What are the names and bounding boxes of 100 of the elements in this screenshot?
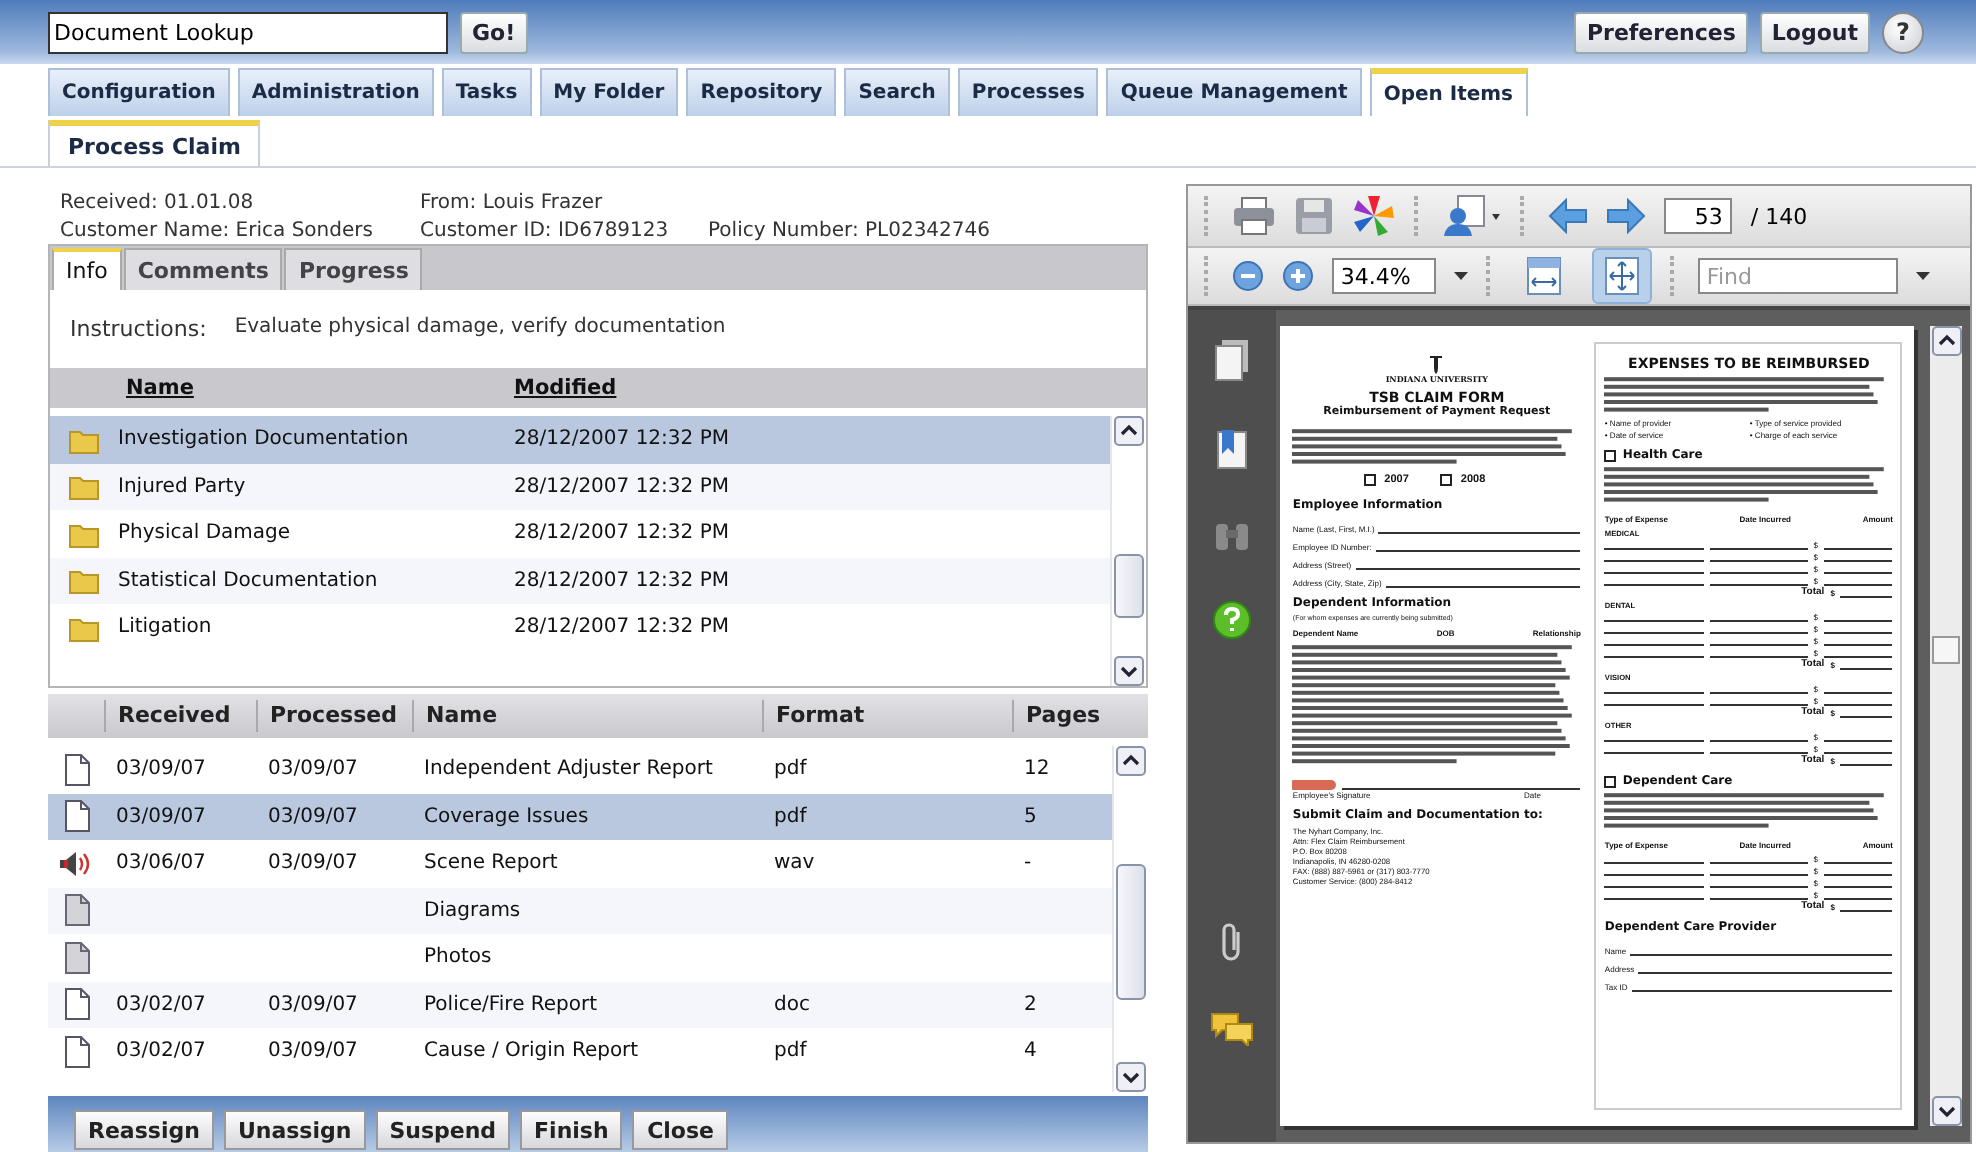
help-icon[interactable] [1212, 600, 1253, 640]
user-document-icon[interactable] [1442, 194, 1503, 238]
processed-date: 03/09/07 [266, 805, 360, 828]
nav-tab[interactable]: Search [844, 68, 950, 116]
scrollbar-thumb[interactable] [1932, 636, 1960, 664]
speaker-icon [58, 849, 94, 878]
help-button[interactable]: ? [1882, 11, 1924, 53]
zoom-field[interactable]: 34.4% [1332, 258, 1437, 294]
column-header[interactable]: Format [762, 700, 1012, 732]
bookmark-icon[interactable] [1212, 428, 1253, 472]
claim-field: Customer ID: ID6789123 [420, 218, 708, 246]
document-row[interactable]: Diagrams [48, 887, 1113, 934]
scroll-down-button[interactable] [1114, 656, 1145, 686]
nav-tab[interactable]: Configuration [48, 68, 230, 116]
folder-icon [68, 425, 100, 454]
scroll-up-button[interactable] [1931, 326, 1961, 356]
pinwheel-icon[interactable] [1352, 194, 1397, 238]
folder-icon [68, 613, 100, 642]
nav-tab[interactable]: Tasks [441, 68, 532, 116]
comments-icon[interactable] [1210, 1010, 1255, 1046]
column-header[interactable]: Pages [1012, 700, 1149, 732]
folder-icon [68, 566, 100, 595]
folder-row[interactable]: Injured Party 28/12/2007 12:32 PM [50, 463, 1111, 510]
column-header[interactable]: Processed [256, 700, 412, 732]
print-icon[interactable] [1232, 196, 1277, 236]
column-header[interactable]: Name [412, 700, 762, 732]
claim-field: Policy Number: PL02342746 [708, 218, 1149, 246]
document-format: pdf [772, 805, 809, 828]
zoom-out-icon[interactable] [1232, 260, 1265, 292]
folder-row[interactable]: Litigation 28/12/2007 12:32 PM [50, 604, 1111, 651]
processed-date: 03/09/07 [266, 1040, 360, 1063]
scroll-up-button[interactable] [1116, 746, 1147, 776]
scroll-down-button[interactable] [1931, 1096, 1961, 1126]
find-field[interactable]: Find [1698, 258, 1899, 294]
nav-tab[interactable]: My Folder [539, 68, 679, 116]
folder-row[interactable]: Physical Damage 28/12/2007 12:32 PM [50, 510, 1111, 557]
detail-tab[interactable]: Comments [123, 248, 283, 290]
action-button[interactable]: Finish [520, 1110, 623, 1150]
action-button[interactable]: Unassign [223, 1110, 366, 1150]
document-lookup-field[interactable]: Document Lookup [48, 11, 448, 53]
folder-name: Physical Damage [118, 522, 293, 545]
page-number-field[interactable]: 53 [1664, 198, 1733, 234]
document-name: Cause / Origin Report [422, 1040, 641, 1063]
document-row[interactable]: 03/02/07 03/09/07 Police/Fire Report doc 2 [48, 981, 1113, 1028]
page-count: 2 [1022, 993, 1039, 1016]
claim-field: From: Louis Frazer [420, 190, 708, 218]
nav-tab[interactable]: Administration [237, 68, 434, 116]
caret-icon[interactable] [1454, 271, 1469, 281]
document-row[interactable]: 03/09/07 03/09/07 Independent Adjuster Report pdf 12 [48, 746, 1113, 793]
document-row[interactable]: 03/09/07 03/09/07 Coverage Issues pdf 5 [48, 793, 1113, 840]
scrollbar-thumb[interactable] [1114, 554, 1145, 618]
column-header[interactable]: Received [104, 700, 256, 732]
document-name: Diagrams [422, 899, 523, 922]
page-tab[interactable]: Process Claim [48, 120, 261, 166]
document-format: wav [772, 852, 817, 875]
document-row[interactable]: 03/06/07 03/09/07 Scene Report wav - [48, 840, 1113, 887]
instructions-label: Instructions: [70, 316, 207, 346]
previous-page-icon[interactable] [1548, 198, 1589, 234]
document-name: Scene Report [422, 852, 560, 875]
processed-date: 03/09/07 [266, 758, 360, 781]
fit-page-button[interactable] [1592, 248, 1653, 304]
scroll-down-button[interactable] [1116, 1062, 1147, 1092]
modified-date: 28/12/2007 12:32 PM [514, 522, 731, 545]
received-date: 03/06/07 [114, 852, 208, 875]
page-count: / 140 [1750, 203, 1808, 229]
detail-tab[interactable]: Progress [284, 248, 423, 290]
instructions-text: Evaluate physical damage, verify documentation [234, 316, 726, 342]
document-row[interactable]: Photos [48, 934, 1113, 981]
action-button[interactable]: Reassign [74, 1110, 214, 1150]
page-count: 12 [1022, 758, 1052, 781]
go-button[interactable]: Go! [460, 11, 528, 53]
document-icon [63, 753, 89, 786]
folder-name: Litigation [118, 616, 214, 639]
scrollbar-thumb[interactable] [1116, 864, 1147, 1000]
toolbar-button[interactable]: Preferences [1574, 11, 1748, 53]
document-name: Independent Adjuster Report [422, 758, 715, 781]
action-button[interactable]: Suspend [375, 1110, 511, 1150]
next-page-icon[interactable] [1606, 198, 1647, 234]
detail-tab[interactable]: Info [52, 248, 122, 290]
nav-tab[interactable]: Queue Management [1106, 68, 1362, 116]
document-format: pdf [772, 758, 809, 781]
scroll-up-button[interactable] [1114, 416, 1145, 446]
nav-tab[interactable]: Open Items [1369, 68, 1528, 116]
folder-row[interactable]: Statistical Documentation 28/12/2007 12:32 PM [50, 557, 1111, 604]
nav-tab[interactable]: Processes [957, 68, 1099, 116]
zoom-in-icon[interactable] [1282, 260, 1315, 292]
processed-date: 03/09/07 [266, 852, 360, 875]
document-row[interactable]: 03/02/07 03/09/07 Cause / Origin Report pdf 4 [48, 1028, 1113, 1075]
document-name: Photos [422, 946, 494, 969]
column-header[interactable]: Name [126, 376, 514, 400]
claim-field: Received: 01.01.08 [60, 190, 420, 218]
column-header[interactable]: Modified [514, 376, 1147, 400]
toolbar-button[interactable]: Logout [1759, 11, 1870, 53]
page-count: - [1022, 852, 1034, 875]
document-icon [63, 1035, 89, 1068]
action-button[interactable]: Close [632, 1110, 729, 1150]
caret-icon[interactable] [1916, 271, 1931, 281]
nav-tab[interactable]: Repository [686, 68, 837, 116]
folder-row[interactable]: Investigation Documentation 28/12/2007 12:32 PM [50, 416, 1111, 463]
pages-icon[interactable] [1212, 338, 1253, 382]
